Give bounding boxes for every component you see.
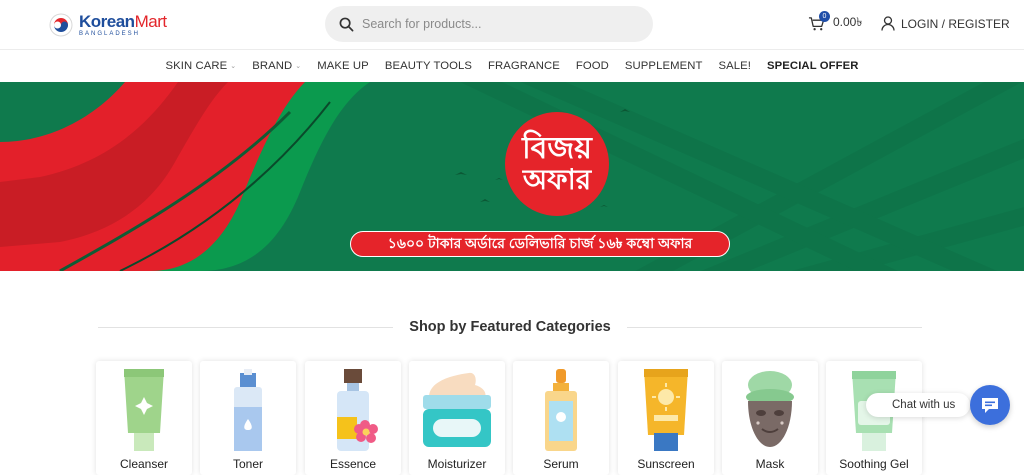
category-card-cleanser[interactable]: Cleanser [96, 361, 192, 475]
featured-categories-heading: Shop by Featured Categories [98, 316, 922, 338]
logo-brand-mart: Mart [134, 12, 168, 31]
nav-item-label: FOOD [575, 60, 609, 72]
badge-line-1: বিজয় [522, 132, 592, 165]
logo-brand-korean: Korean [79, 12, 135, 31]
chat-tooltip[interactable]: Chat with us [866, 393, 970, 417]
logo-mark-icon [49, 13, 73, 37]
category-card-toner[interactable]: Toner [200, 361, 296, 475]
category-label: Essence [329, 457, 377, 471]
nav-item-label: SKIN CARE [165, 60, 228, 72]
serum-dropper-icon [545, 369, 577, 451]
nav-item-beauty-tools[interactable]: BEAUTY TOOLS [385, 60, 472, 72]
nav-item-label: FRAGRANCE [488, 60, 560, 72]
chat-label: Chat with us [892, 399, 956, 411]
category-card-soothing-gel[interactable]: Soothing Gel [826, 361, 922, 475]
site-logo[interactable]: KoreanMart BANGLADESH [49, 11, 167, 39]
nav-item-label: MAKE UP [317, 60, 369, 72]
category-label: Moisturizer [427, 457, 487, 471]
nav-item-special-offer[interactable]: SPECIAL OFFER [767, 60, 858, 72]
nav-item-brand[interactable]: BRAND ⌄ [252, 60, 301, 72]
search-icon[interactable] [339, 17, 354, 32]
search-bar [325, 6, 653, 42]
nav-item-make-up[interactable]: MAKE UP [317, 60, 369, 72]
toner-bottle-icon [234, 369, 262, 451]
vijay-offer-badge: বিজয় অফার [505, 112, 609, 216]
cleanser-tube-icon [124, 369, 164, 451]
nav-item-skin-care[interactable]: SKIN CARE ⌄ [165, 60, 236, 72]
offer-text-pill: ১৬০০ টাকার অর্ডারে ডেলিভারি চার্জ ১৬৳ কম… [350, 231, 730, 257]
moisturizer-jar-icon [423, 372, 491, 447]
nav-item-label: SALE! [718, 60, 752, 72]
nav-item-food[interactable]: FOOD [576, 60, 609, 72]
nav-item-fragrance[interactable]: FRAGRANCE [488, 60, 560, 72]
category-card-essence[interactable]: Essence [305, 361, 401, 475]
search-input[interactable] [362, 17, 632, 31]
nav-item-label: SUPPLEMENT [624, 60, 703, 72]
section-title: Shop by Featured Categories [409, 319, 611, 335]
login-register-label: LOGIN / REGISTER [901, 16, 1010, 31]
category-label: Serum [543, 457, 579, 471]
face-mask-icon [746, 371, 794, 447]
essence-bottle-icon [337, 369, 378, 451]
logo-text: KoreanMart BANGLADESH [79, 13, 167, 37]
nav-item-label: BEAUTY TOOLS [384, 60, 473, 72]
category-label: Toner [232, 457, 264, 471]
chevron-down-icon: ⌄ [295, 63, 302, 70]
category-label: Mask [755, 457, 785, 471]
divider-right [626, 326, 922, 328]
logo-subtitle: BANGLADESH [79, 31, 141, 37]
category-label: Sunscreen [637, 457, 695, 471]
nav-item-supplement[interactable]: SUPPLEMENT [625, 60, 703, 72]
category-label: Soothing Gel [839, 457, 909, 471]
promo-banner[interactable]: বিজয় অফার ১৬০০ টাকার অর্ডারে ডেলিভারি চ… [0, 82, 1024, 271]
category-label: Cleanser [119, 457, 169, 471]
cart-total: 0.00৳ [833, 15, 863, 29]
category-card-sunscreen[interactable]: Sunscreen [618, 361, 714, 475]
badge-line-2: অফার [522, 164, 592, 195]
user-icon [881, 16, 895, 31]
nav-item-sale[interactable]: SALE! [719, 60, 752, 72]
sunscreen-tube-icon [644, 369, 688, 451]
cart-button[interactable]: 0 0.00৳ [808, 11, 863, 34]
nav-item-label: SPECIAL OFFER [767, 60, 859, 72]
cart-count-badge: 0 [819, 11, 830, 22]
category-card-mask[interactable]: Mask [722, 361, 818, 475]
chat-bubble-icon [982, 398, 998, 413]
category-card-serum[interactable]: Serum [513, 361, 609, 475]
divider-left [98, 326, 394, 328]
nav-item-label: BRAND [252, 60, 293, 72]
chat-button[interactable] [970, 385, 1010, 425]
category-card-moisturizer[interactable]: Moisturizer [409, 361, 505, 475]
top-header: KoreanMart BANGLADESH 0 0.00৳ LOGIN / RE… [0, 0, 1024, 50]
login-register-link[interactable]: LOGIN / REGISTER [881, 16, 1010, 31]
main-navigation: SKIN CARE ⌄ BRAND ⌄ MAKE UP BEAUTY TOOLS F… [0, 51, 1024, 81]
chevron-down-icon: ⌄ [230, 63, 237, 70]
